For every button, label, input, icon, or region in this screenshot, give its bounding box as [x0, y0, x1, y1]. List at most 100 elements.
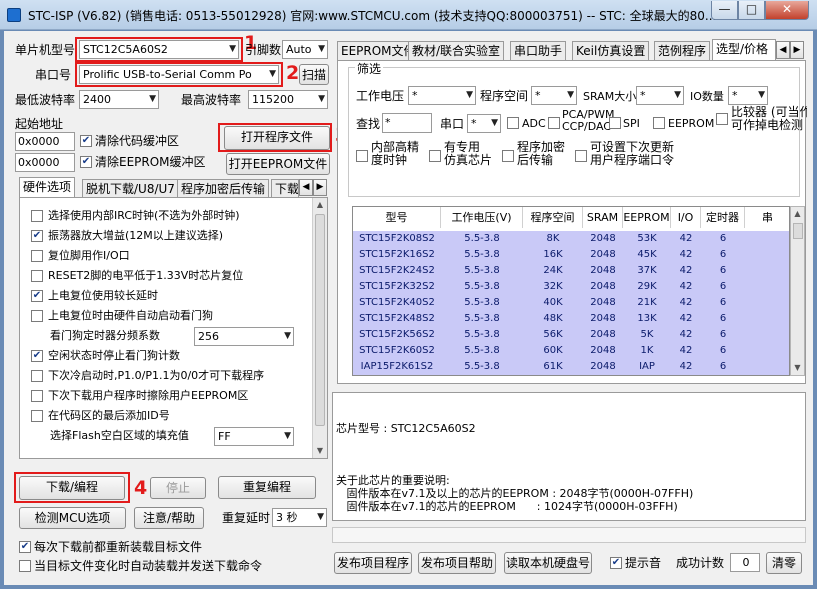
table-cell: 2048: [590, 249, 616, 260]
tab-hardware-options[interactable]: 硬件选项: [19, 177, 76, 198]
option-checkbox[interactable]: ✔: [31, 230, 43, 242]
reload-before-label: 每次下载前都重新装载目标文件: [34, 540, 203, 554]
column-header[interactable]: 串: [745, 207, 789, 228]
annotation-4: 4: [134, 477, 148, 499]
table-cell: 8K: [546, 233, 560, 244]
clear-code-checkbox[interactable]: ✔: [80, 135, 92, 147]
reload-before-checkbox[interactable]: ✔: [19, 541, 31, 553]
table-row[interactable]: STC15F2K48S2 5.5-3.8 48K 2048 13K 42 6: [353, 311, 789, 327]
irc-label: 内部高精 度时钟: [371, 140, 420, 167]
notes-help-button[interactable]: 注意/帮助: [134, 507, 204, 529]
check-mcu-button[interactable]: 检测MCU选项: [19, 507, 126, 529]
clear-eeprom-checkbox[interactable]: ✔: [80, 156, 92, 168]
column-header[interactable]: 定时器: [701, 207, 745, 228]
min-baud-select[interactable]: 2400 ▼: [79, 90, 159, 109]
option-checkbox[interactable]: [31, 270, 43, 282]
comparator-checkbox[interactable]: [716, 113, 728, 125]
tab-encrypted-transfer[interactable]: 程序加密后传输: [177, 179, 270, 198]
chevron-down-icon: ▼: [318, 44, 325, 54]
irc-checkbox[interactable]: [356, 150, 368, 162]
scroll-down-icon[interactable]: ▼: [791, 361, 804, 375]
tab-scroll-right-icon[interactable]: ▶: [313, 179, 327, 196]
eeprom-checkbox[interactable]: [653, 117, 665, 129]
option-label: 下次冷启动时,P1.0/P1.1为0/0才可下载程序: [48, 369, 265, 382]
read-disk-button[interactable]: 读取本机硬盘号: [504, 552, 592, 574]
table-cell: IAP15F2K61S2: [360, 361, 434, 372]
max-baud-select[interactable]: 115200 ▼: [248, 90, 328, 109]
table-scrollbar[interactable]: ▲ ▼: [790, 206, 805, 376]
io-select[interactable]: * ▼: [728, 86, 768, 105]
program-space-select[interactable]: * ▼: [531, 86, 577, 105]
table-row[interactable]: STC15F2K24S2 5.5-3.8 24K 2048 37K 42 6: [353, 263, 789, 279]
userport-checkbox[interactable]: [575, 150, 587, 162]
table-row[interactable]: STC15F2K60S2 5.5-3.8 60K 2048 1K 42 6: [353, 343, 789, 359]
info-line: 关于此芯片的重要说明:: [336, 474, 450, 487]
tab-keil-settings[interactable]: Keil仿真设置: [572, 41, 650, 60]
scroll-up-icon[interactable]: ▲: [313, 198, 327, 212]
column-header[interactable]: EEPROM: [623, 207, 671, 228]
option-checkbox[interactable]: ✔: [31, 350, 43, 362]
find-input[interactable]: *: [382, 113, 432, 133]
tab-sample-programs[interactable]: 范例程序: [654, 41, 711, 60]
uart-select[interactable]: * ▼: [467, 114, 501, 133]
emulator-checkbox[interactable]: [429, 150, 441, 162]
column-header[interactable]: I/O: [671, 207, 701, 228]
scroll-up-icon[interactable]: ▲: [791, 207, 804, 221]
option-checkbox[interactable]: [31, 250, 43, 262]
option-checkbox[interactable]: [31, 390, 43, 402]
right-tab-scroll-left-icon[interactable]: ◀: [776, 41, 790, 59]
table-row[interactable]: IAP15F2K61S2 5.5-3.8 61K 2048 IAP 42 6: [353, 359, 789, 375]
open-eeprom-button[interactable]: 打开EEPROM文件: [226, 153, 330, 175]
redelay-select[interactable]: 3 秒 ▼: [272, 508, 327, 527]
auto-reload-checkbox[interactable]: [19, 560, 31, 572]
scroll-down-icon[interactable]: ▼: [313, 444, 327, 458]
scan-button[interactable]: 扫描: [299, 64, 329, 85]
start-addr-input[interactable]: 0x0000: [15, 132, 75, 151]
table-row[interactable]: STC15F2K40S2 5.5-3.8 40K 2048 21K 42 6: [353, 295, 789, 311]
encrypt-checkbox[interactable]: [502, 150, 514, 162]
beep-checkbox[interactable]: ✔: [610, 557, 622, 569]
close-button[interactable]: ✕: [765, 1, 809, 20]
table-row[interactable]: IRC15F2K63S25.5-3.863.5K2048IAP426: [353, 375, 789, 376]
stop-button[interactable]: 停止: [150, 477, 206, 499]
tab-scroll-left-icon[interactable]: ◀: [299, 179, 313, 196]
adc-checkbox[interactable]: [507, 117, 519, 129]
spi-checkbox[interactable]: [609, 117, 621, 129]
column-header[interactable]: SRAM: [583, 207, 623, 228]
pca-checkbox[interactable]: [548, 117, 560, 129]
tab-selection-price[interactable]: 选型/价格: [712, 39, 776, 60]
column-header[interactable]: 程序空间: [523, 207, 583, 228]
tab-serial-assistant[interactable]: 串口助手: [510, 41, 567, 60]
scroll-thumb[interactable]: [315, 214, 325, 426]
scroll-thumb[interactable]: [793, 223, 803, 239]
option-checkbox[interactable]: [31, 410, 43, 422]
publish-help-button[interactable]: 发布项目帮助: [418, 552, 496, 574]
option-select[interactable]: FF ▼: [214, 427, 294, 446]
title-bar: STC-ISP (V6.82) (销售电话: 0513-55012928) 官网…: [0, 0, 817, 30]
voltage-select[interactable]: * ▼: [408, 86, 476, 105]
reprogram-button[interactable]: 重复编程: [218, 476, 316, 499]
table-row[interactable]: STC15F2K16S2 5.5-3.8 16K 2048 45K 42 6: [353, 247, 789, 263]
option-checkbox[interactable]: ✔: [31, 290, 43, 302]
option-checkbox[interactable]: [31, 370, 43, 382]
tab-download-more[interactable]: 下载: [271, 179, 299, 198]
table-row[interactable]: STC15F2K56S2 5.5-3.8 56K 2048 5K 42 6: [353, 327, 789, 343]
options-scrollbar[interactable]: ▲ ▼: [312, 198, 327, 458]
column-header[interactable]: 型号: [353, 207, 441, 228]
option-checkbox[interactable]: [31, 210, 43, 222]
minimize-button[interactable]: —: [711, 1, 738, 20]
option-checkbox[interactable]: [31, 310, 43, 322]
clear-count-button[interactable]: 清零: [766, 552, 802, 574]
option-select[interactable]: 256 ▼: [194, 327, 294, 346]
publish-project-button[interactable]: 发布项目程序: [334, 552, 412, 574]
tab-textbook-lab[interactable]: 教材/联合实验室: [408, 41, 505, 60]
column-header[interactable]: 工作电压(V): [441, 207, 523, 228]
pin-select[interactable]: Auto ▼: [282, 40, 328, 59]
right-tab-scroll-right-icon[interactable]: ▶: [790, 41, 804, 59]
maximize-button[interactable]: □: [738, 1, 765, 20]
table-row[interactable]: STC15F2K08S2 5.5-3.8 8K 2048 53K 42 6: [353, 231, 789, 247]
eeprom-addr-input[interactable]: 0x0000: [15, 153, 75, 172]
tab-offline-download[interactable]: 脱机下载/U8/U7: [82, 179, 179, 198]
table-row[interactable]: STC15F2K32S2 5.5-3.8 32K 2048 29K 42 6: [353, 279, 789, 295]
sram-select[interactable]: * ▼: [636, 86, 684, 105]
